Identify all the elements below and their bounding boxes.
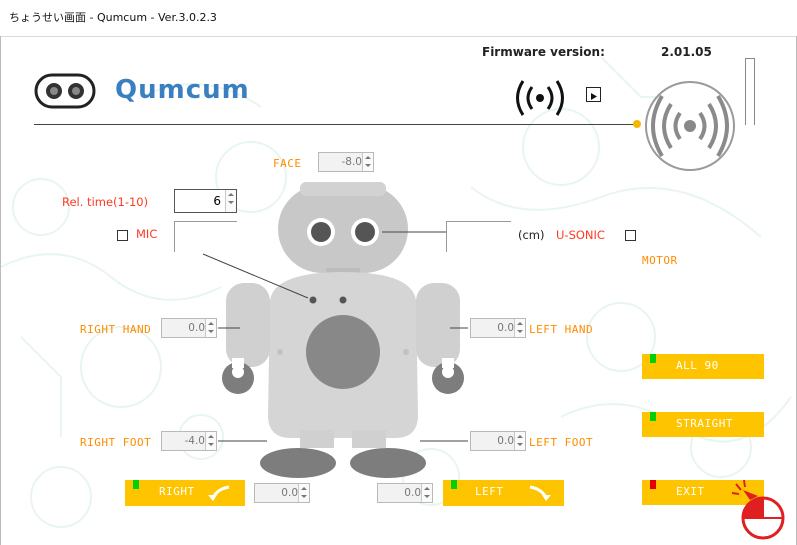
right-foot-label: RIGHT FOOT — [80, 436, 152, 449]
reltime-value: 6 — [213, 194, 221, 208]
left-turn-stepper[interactable]: 0.0 — [377, 483, 433, 503]
spin-arrows-icon[interactable] — [205, 432, 216, 450]
all90-label: ALL 90 — [676, 359, 719, 372]
left-hand-value: 0.0 — [497, 322, 514, 334]
exit-label: EXIT — [676, 485, 705, 498]
spin-arrows-icon[interactable] — [362, 153, 373, 171]
spin-arrows-icon[interactable] — [514, 432, 525, 450]
right-turn-stepper[interactable]: 0.0 — [254, 483, 310, 503]
left-foot-value: 0.0 — [497, 435, 514, 447]
face-label: FACE — [273, 157, 302, 170]
reltime-label: Rel. time(1-10) — [62, 195, 149, 209]
right-hand-stepper[interactable]: 0.0 — [161, 318, 217, 338]
connector-lines — [202, 231, 468, 442]
usonic-unit: (cm) — [518, 228, 545, 242]
left-turn-label: LEFT — [475, 485, 504, 498]
left-hand-label: LEFT HAND — [529, 323, 594, 336]
mic-label: MIC — [136, 227, 158, 241]
left-turn-button[interactable]: LEFT — [443, 480, 564, 506]
right-foot-stepper[interactable]: -4.0 — [161, 431, 217, 451]
turn-left-arrow-icon — [529, 485, 551, 501]
exit-led — [650, 480, 656, 489]
straight-label: STRAIGHT — [676, 417, 733, 430]
straight-button[interactable]: STRAIGHT — [642, 412, 764, 437]
spin-arrows-icon[interactable] — [205, 319, 216, 337]
right-turn-button[interactable]: RIGHT — [125, 480, 245, 506]
left-turn-value: 0.0 — [404, 487, 421, 499]
mouse-click-cursor-icon — [731, 479, 785, 540]
usonic-checkbox[interactable] — [625, 230, 636, 241]
usonic-label: U-SONIC — [556, 228, 605, 242]
right-hand-label: RIGHT HAND — [80, 323, 152, 336]
usonic-value-field — [446, 221, 511, 252]
left-foot-stepper[interactable]: 0.0 — [470, 431, 526, 451]
all90-button[interactable]: ALL 90 — [642, 354, 764, 379]
face-stepper[interactable]: -8.0 — [318, 152, 374, 172]
spin-arrows-icon[interactable] — [421, 484, 432, 502]
straight-led — [650, 412, 656, 421]
right-hand-value: 0.0 — [188, 322, 205, 334]
face-value: -8.0 — [341, 156, 363, 168]
mic-value-field — [174, 221, 237, 252]
reltime-stepper[interactable]: 6 — [174, 189, 237, 213]
left-foot-label: LEFT FOOT — [529, 436, 594, 449]
motor-label: MOTOR — [642, 254, 678, 267]
left-turn-led — [451, 480, 457, 489]
right-turn-value: 0.0 — [281, 487, 298, 499]
left-hand-stepper[interactable]: 0.0 — [470, 318, 526, 338]
right-foot-value: -4.0 — [184, 435, 206, 447]
mic-checkbox[interactable] — [117, 230, 128, 241]
right-turn-label: RIGHT — [159, 485, 195, 498]
turn-right-arrow-icon — [208, 485, 230, 501]
spin-arrows-icon[interactable] — [298, 484, 309, 502]
all90-led — [650, 354, 656, 363]
spin-arrows-icon[interactable] — [225, 190, 236, 212]
spin-arrows-icon[interactable] — [514, 319, 525, 337]
right-turn-led — [133, 480, 139, 489]
